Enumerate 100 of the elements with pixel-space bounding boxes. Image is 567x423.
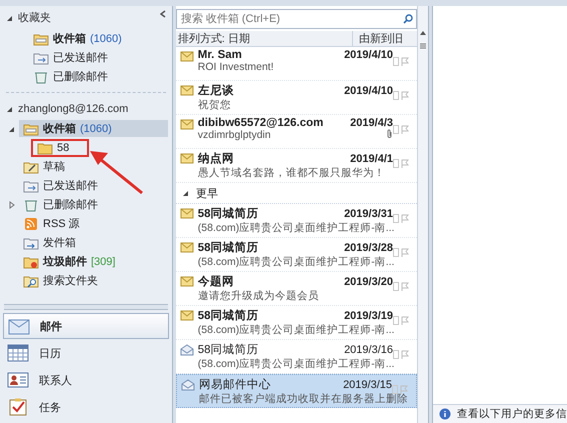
flag-icon[interactable]	[400, 125, 409, 134]
collapse-triangle-icon[interactable]	[182, 189, 190, 197]
task-clipboard-icon	[7, 398, 29, 416]
search-icon[interactable]	[403, 14, 413, 24]
category-icon[interactable]	[393, 57, 399, 66]
category-icon[interactable]	[393, 91, 399, 100]
message-preview: 祝贺您	[198, 98, 231, 112]
folder-label: 58	[57, 142, 70, 154]
collapse-pane-icon[interactable]	[160, 10, 166, 18]
category-icon[interactable]	[393, 350, 399, 359]
message-preview: 邮件已被客户端成功收取并在服务器上删除	[198, 392, 408, 406]
module-button[interactable]: 邮件	[3, 313, 169, 339]
flag-icon[interactable]	[400, 248, 409, 257]
flag-icon[interactable]	[399, 385, 408, 394]
sent-folder-icon	[33, 50, 49, 64]
unread-count: (1060)	[90, 32, 122, 44]
category-icon[interactable]	[393, 125, 399, 134]
message-sender: Mr. Sam	[198, 49, 242, 61]
folder-label: 已删除邮件	[53, 70, 108, 84]
expand-triangle-icon[interactable]	[8, 200, 16, 208]
rss-icon	[23, 216, 39, 230]
flag-icon[interactable]	[400, 57, 409, 66]
category-icon[interactable]	[393, 282, 399, 291]
category-icon[interactable]	[393, 214, 399, 223]
folder-label: RSS 源	[43, 217, 80, 231]
message-date: 2019/4/10	[344, 85, 393, 97]
message-item[interactable]: 网易邮件中心 2019/3/15 邮件已被客户端成功收取并在服务器上删除	[176, 374, 417, 408]
flag-icon[interactable]	[400, 350, 409, 359]
folder-item[interactable]: 发件箱	[19, 234, 168, 251]
inbox-folder-icon	[33, 32, 49, 46]
contact-card-icon	[7, 371, 29, 389]
folder-item[interactable]: RSS 源	[19, 215, 168, 232]
flag-icon[interactable]	[400, 316, 409, 325]
folder-item[interactable]: 收件箱 (1060)	[29, 30, 168, 47]
unread-count: (1060)	[80, 122, 112, 134]
folder-label: 收件箱	[43, 122, 76, 136]
folder-item[interactable]: 垃圾邮件 [309]	[19, 253, 168, 270]
category-icon[interactable]	[392, 385, 398, 394]
message-sender: 58同城简历	[198, 240, 259, 255]
folder-label: 已删除邮件	[43, 198, 98, 212]
folder-item[interactable]: 草稿	[19, 158, 168, 175]
folder-item[interactable]: 已发送邮件	[29, 49, 168, 66]
message-preview: 邀请您升级成为今题会员	[198, 289, 319, 303]
message-preview: vzdimrbglptydin	[198, 129, 271, 141]
collapse-triangle-icon[interactable]	[8, 124, 16, 132]
message-preview: 愚人节域名套路，谁都不服只服华为！	[198, 166, 385, 180]
folder-label: 草稿	[43, 160, 65, 174]
message-sender: 58同城简历	[198, 342, 259, 357]
account-label[interactable]: zhanglong8@126.com	[18, 103, 128, 115]
calendar-icon	[7, 344, 29, 362]
message-sender: 58同城简历	[198, 308, 259, 323]
junk-folder-icon	[23, 254, 39, 268]
collapse-triangle-icon[interactable]	[6, 14, 14, 22]
message-date: 2019/3/16	[344, 344, 393, 356]
flag-icon[interactable]	[400, 282, 409, 291]
drafts-icon	[23, 160, 39, 174]
message-date: 2019/3/15	[343, 379, 392, 391]
message-date: 2019/4/3	[350, 117, 393, 129]
message-preview: (58.com)应聘贵公司桌面维护工程师-南...	[198, 357, 394, 371]
category-icon[interactable]	[393, 248, 399, 257]
message-sender: 今题网	[198, 274, 234, 289]
sent-folder-icon	[23, 178, 39, 192]
message-preview: (58.com)应聘贵公司桌面维护工程师-南...	[198, 221, 394, 235]
folder-item[interactable]: 58	[31, 139, 168, 156]
category-icon[interactable]	[393, 159, 399, 168]
message-item[interactable]: dibibw65572@126.com 2019/4/3 vzdimrbglptydin	[176, 115, 417, 149]
search-field[interactable]: 搜索 收件箱 (Ctrl+E)	[176, 9, 417, 29]
scroll-up-icon[interactable]	[419, 30, 427, 36]
group-header[interactable]: 更早	[196, 186, 218, 200]
flag-icon[interactable]	[400, 214, 409, 223]
folder-item[interactable]: 搜索文件夹	[19, 272, 168, 289]
sort-label[interactable]: 排列方式: 日期	[176, 31, 352, 46]
message-date: 2019/3/20	[344, 276, 393, 288]
message-sender: 网易邮件中心	[198, 377, 271, 392]
info-icon	[439, 408, 451, 420]
folder-item[interactable]: 收件箱 (1060)	[19, 120, 168, 137]
message-date: 2019/4/10	[344, 49, 393, 61]
message-sender: 左尼谈	[198, 83, 234, 98]
envelope-icon	[8, 317, 30, 335]
message-preview: (58.com)应聘贵公司桌面维护工程师-南...	[198, 323, 394, 337]
message-date: 2019/3/28	[344, 242, 393, 254]
collapse-triangle-icon[interactable]	[6, 105, 14, 113]
folder-item[interactable]: 已发送邮件	[19, 177, 168, 194]
module-button[interactable]: 任务	[3, 394, 169, 420]
category-icon[interactable]	[393, 316, 399, 325]
flag-icon[interactable]	[400, 159, 409, 168]
folder-label: 已发送邮件	[43, 179, 98, 193]
message-sender: 纳点网	[198, 151, 234, 166]
info-bar-text: 查看以下用户的更多信	[457, 407, 567, 421]
message-date: 2019/3/31	[344, 208, 393, 220]
flag-icon[interactable]	[400, 91, 409, 100]
folder-label: 搜索文件夹	[43, 274, 98, 288]
scroll-thumb-icon[interactable]	[419, 42, 427, 50]
module-button[interactable]: 日历	[3, 340, 169, 366]
folder-icon	[37, 140, 53, 154]
folder-label: 已发送邮件	[53, 51, 108, 65]
folder-item[interactable]: 已删除邮件	[19, 196, 168, 213]
module-button[interactable]: 联系人	[3, 367, 169, 393]
folder-item[interactable]: 已删除邮件	[29, 68, 168, 85]
search-folder-icon	[23, 274, 39, 288]
